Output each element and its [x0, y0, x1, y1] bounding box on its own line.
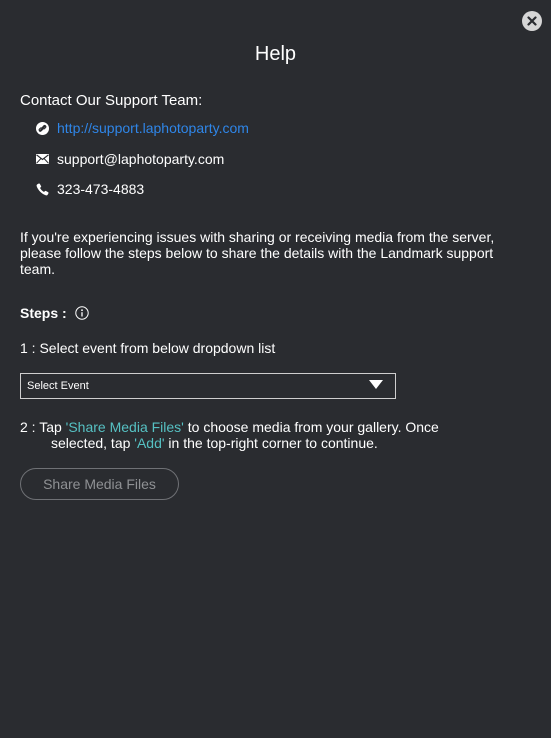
step-2-line-2: selected, tap 'Add' in the top-right cor…	[20, 435, 520, 451]
link-icon	[36, 121, 49, 135]
phone-icon	[36, 182, 49, 196]
support-url-link[interactable]: http://support.laphotoparty.com	[57, 119, 249, 137]
event-select[interactable]: Select Event	[20, 373, 396, 399]
info-icon[interactable]	[74, 306, 89, 320]
share-media-files-highlight: 'Share Media Files'	[65, 419, 184, 435]
support-email-text: support@laphotoparty.com	[57, 151, 225, 167]
close-icon	[527, 16, 537, 26]
envelope-icon	[36, 153, 49, 166]
contact-heading: Contact Our Support Team:	[20, 92, 203, 109]
step-2-text: 2 : Tap 'Share Media Files' to choose me…	[20, 419, 520, 451]
steps-heading-label: Steps :	[20, 305, 67, 321]
step-2-line-1: 2 : Tap 'Share Media Files' to choose me…	[20, 419, 520, 435]
step-2-line2-prefix: selected, tap	[51, 435, 135, 451]
support-phone-text: 323-473-4883	[57, 181, 145, 197]
event-select-value: Select Event	[27, 380, 89, 392]
step-2-prefix: 2 : Tap	[20, 419, 66, 435]
caret-down-icon	[369, 380, 383, 392]
share-media-files-button[interactable]: Share Media Files	[20, 468, 179, 500]
step-2-middle: to choose media from your gallery. Once	[183, 419, 439, 435]
intro-paragraph: If you're experiencing issues with shari…	[20, 229, 495, 277]
steps-heading: Steps :	[20, 304, 89, 322]
support-email-row: support@laphotoparty.com	[36, 150, 224, 168]
step-2-line2-suffix: in the top-right corner to continue.	[164, 435, 378, 451]
step-1-text: 1 : Select event from below dropdown lis…	[20, 340, 276, 356]
support-phone-row: 323-473-4883	[36, 180, 144, 198]
add-highlight: 'Add'	[134, 435, 165, 451]
support-url-row[interactable]: http://support.laphotoparty.com	[36, 119, 249, 137]
close-button[interactable]	[522, 11, 542, 31]
page-title: Help	[254, 43, 297, 65]
